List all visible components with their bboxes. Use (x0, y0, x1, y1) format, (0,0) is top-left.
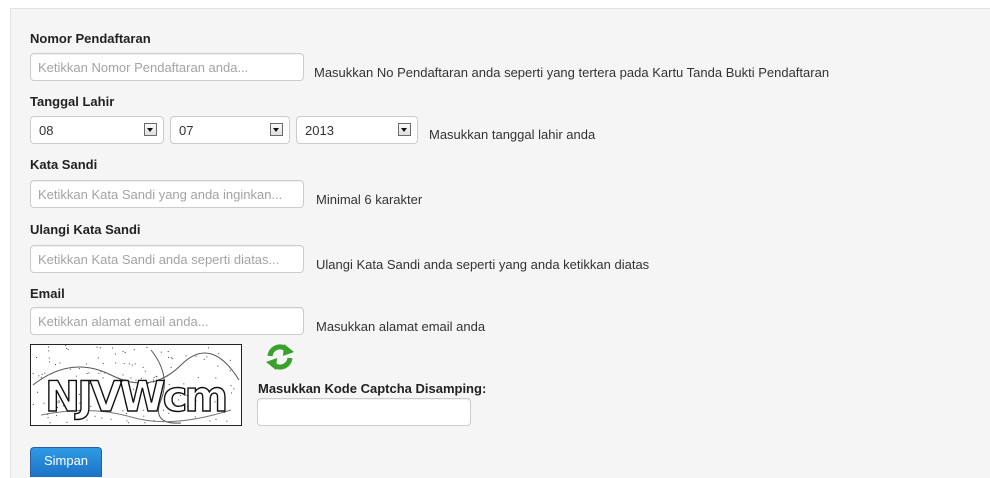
captcha-noise-dot (134, 363, 136, 365)
month-select[interactable]: 07 (170, 116, 290, 144)
captcha-noise-dot (142, 366, 144, 368)
captcha-noise-dot (122, 350, 124, 352)
captcha-noise-dot (85, 363, 87, 365)
captcha-noise-dot (49, 422, 51, 424)
captcha-noise-dot (230, 385, 232, 387)
captcha-noise-dot (226, 420, 228, 422)
chevron-down-icon (398, 123, 411, 136)
captcha-text: NJVWcm (45, 372, 226, 421)
captcha-noise-dot (65, 345, 67, 347)
captcha-noise-dot (48, 361, 50, 363)
captcha-noise-dot (99, 347, 101, 349)
captcha-noise-dot (233, 388, 235, 390)
captcha-label: Masukkan Kode Captcha Disamping: (258, 381, 487, 396)
captcha-noise-dot (78, 368, 80, 370)
captcha-noise-dot (48, 346, 49, 348)
day-select[interactable]: 08 (30, 116, 164, 144)
simpan-label: Simpan (43, 453, 89, 468)
captcha-noise-dot (96, 346, 98, 348)
email-label: Email (30, 286, 65, 301)
captcha-noise-dot (195, 355, 197, 357)
captcha-noise-dot (168, 357, 169, 358)
captcha-noise-dot (114, 353, 116, 355)
tanggal-lahir-label: Tanggal Lahir (30, 94, 115, 109)
captcha-noise-dot (48, 350, 50, 352)
captcha-noise-dot (160, 351, 162, 353)
refresh-icon[interactable] (264, 343, 296, 371)
captcha-noise-dot (217, 365, 219, 367)
captcha-noise-dot (229, 359, 231, 361)
captcha-noise-dot (40, 377, 42, 379)
nomor-pendaftaran-help: Masukkan No Pendaftaran anda seperti yan… (314, 65, 830, 80)
year-select[interactable]: 2013 (296, 116, 418, 144)
chevron-down-icon (270, 123, 283, 136)
captcha-noise-dot (218, 353, 220, 355)
nomor-pendaftaran-label: Nomor Pendaftaran (30, 31, 151, 46)
simpan-button[interactable]: Simpan (30, 447, 102, 477)
captcha-noise-dot (206, 356, 208, 358)
captcha-noise-dot (170, 357, 172, 359)
captcha-noise-dot (37, 391, 39, 393)
ulangi-kata-sandi-help: Ulangi Kata Sandi anda seperti yang anda… (316, 257, 650, 272)
captcha-noise-dot (36, 357, 38, 358)
captcha-noise-dot (124, 352, 126, 353)
kata-sandi-label: Kata Sandi (30, 157, 98, 172)
nomor-pendaftaran-input[interactable] (30, 53, 304, 81)
captcha-noise-dot (38, 375, 40, 377)
captcha-noise-dot (67, 348, 69, 350)
captcha-noise-dot (146, 346, 148, 348)
kata-sandi-help: Minimal 6 karakter (316, 192, 423, 207)
ulangi-kata-sandi-label: Ulangi Kata Sandi (30, 222, 141, 237)
email-input[interactable] (30, 307, 304, 335)
email-help: Masukkan alamat email anda (316, 319, 486, 334)
chevron-down-icon (144, 123, 157, 136)
captcha-image: NJVWcm (30, 344, 242, 426)
captcha-noise-dot (112, 347, 114, 349)
year-value: 2013 (305, 123, 334, 138)
captcha-noise-dot (55, 364, 56, 365)
captcha-noise-dot (167, 351, 169, 352)
captcha-noise-dot (133, 349, 135, 351)
captcha-noise: NJVWcm (32, 345, 240, 424)
captcha-noise-dot (97, 357, 99, 359)
captcha-noise-dot (32, 373, 34, 375)
captcha-noise-dot (128, 422, 130, 424)
captcha-noise-dot (208, 347, 209, 349)
captcha-noise-dot (102, 363, 104, 365)
ulangi-kata-sandi-input[interactable] (30, 245, 304, 273)
captcha-noise-dot (123, 363, 125, 365)
captcha-noise-dot (69, 368, 71, 370)
tanggal-lahir-help: Masukkan tanggal lahir anda (429, 127, 596, 142)
captcha-noise-dot (32, 404, 34, 405)
captcha-noise-dot (185, 355, 187, 357)
captcha-noise-dot (231, 392, 232, 394)
captcha-noise-dot (170, 366, 172, 368)
captcha-noise-dot (59, 362, 61, 364)
day-value: 08 (39, 123, 54, 138)
captcha-noise-dot (128, 363, 130, 365)
captcha-noise-dot (229, 370, 231, 372)
captcha-noise-dot (66, 421, 68, 423)
captcha-noise-dot (66, 347, 68, 349)
captcha-noise-dot (171, 358, 173, 360)
kata-sandi-input[interactable] (30, 180, 304, 208)
captcha-noise-dot (144, 422, 146, 424)
month-value: 07 (179, 123, 194, 138)
captcha-noise-dot (203, 358, 205, 360)
captcha-noise-dot (48, 357, 50, 359)
captcha-noise-dot (115, 362, 117, 364)
captcha-noise-dot (131, 364, 133, 366)
captcha-noise-dot (41, 373, 43, 375)
captcha-input[interactable] (257, 398, 471, 426)
